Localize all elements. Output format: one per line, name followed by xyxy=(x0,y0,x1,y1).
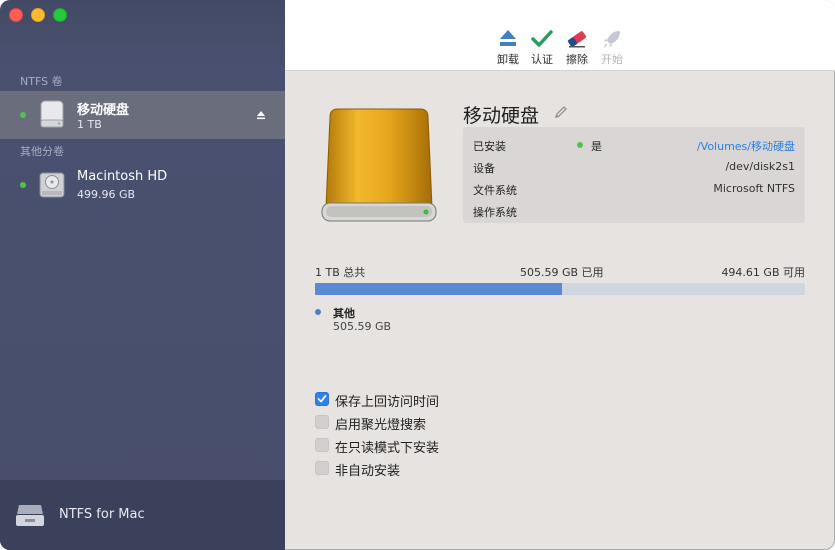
minimize-window-button[interactable] xyxy=(31,8,45,22)
checkmark-icon xyxy=(317,395,327,403)
window-controls xyxy=(9,8,67,22)
info-row-os: 操作系统 xyxy=(473,200,795,222)
verify-button[interactable]: 认证 xyxy=(522,28,562,67)
info-key: 文件系统 xyxy=(473,184,517,197)
info-value: Microsoft NTFS xyxy=(713,182,795,195)
sidebar-item-size: 1 TB xyxy=(77,118,102,131)
eject-icon[interactable] xyxy=(256,110,266,120)
checkbox[interactable] xyxy=(315,438,329,452)
usage-bar-fill xyxy=(315,283,563,295)
sidebar-item-size: 499.96 GB xyxy=(77,188,136,201)
pencil-icon[interactable] xyxy=(554,105,568,119)
eraser-icon xyxy=(567,31,587,48)
usage-bar xyxy=(315,283,805,295)
sidebar-item-name: Macintosh HD xyxy=(77,169,168,184)
sidebar-item-macintosh-hd[interactable]: Macintosh HD 499.96 GB xyxy=(0,161,285,209)
option-label: 保存上回访问时间 xyxy=(335,395,440,410)
info-row-mounted: 已安装 是 /Volumes/移动硬盘 xyxy=(473,134,795,156)
drive-title: 移动硬盘 xyxy=(463,105,540,127)
ntfs-logo-icon xyxy=(16,505,44,526)
mounted-status-dot xyxy=(20,112,26,118)
usage-available: 494.61 GB 可用 xyxy=(721,266,805,279)
erase-button[interactable]: 擦除 xyxy=(557,28,597,67)
legend-size: 505.59 GB xyxy=(333,320,392,333)
section-label-other: 其他分卷 xyxy=(20,145,64,158)
main-panel: 移动硬盘 已安装 是 /Volumes/移动硬盘 设备 /dev/disk2s1… xyxy=(285,71,835,550)
checkbox[interactable] xyxy=(315,392,329,406)
app-name-label: NTFS for Mac xyxy=(59,507,145,522)
external-drive-icon xyxy=(321,108,437,222)
erase-label: 擦除 xyxy=(566,53,588,66)
close-window-button[interactable] xyxy=(9,8,23,22)
info-key: 设备 xyxy=(473,162,495,175)
info-row-device: 设备 /dev/disk2s1 xyxy=(473,156,795,178)
info-row-filesystem: 文件系统 Microsoft NTFS xyxy=(473,178,795,200)
section-label-ntfs: NTFS 卷 xyxy=(20,75,63,88)
info-key: 已安装 xyxy=(473,140,506,153)
sidebar-footer: NTFS for Mac xyxy=(0,480,285,550)
legend-name: 其他 xyxy=(333,307,355,320)
option-label: 非自动安装 xyxy=(335,464,401,479)
zoom-window-button[interactable] xyxy=(53,8,67,22)
start-button[interactable]: 开始 xyxy=(592,28,632,67)
info-value: /dev/disk2s1 xyxy=(725,160,795,173)
checkbox[interactable] xyxy=(315,415,329,429)
eject-icon xyxy=(500,30,516,46)
rocket-icon xyxy=(603,31,620,48)
external-drive-icon xyxy=(40,100,64,128)
mounted-status-dot xyxy=(20,182,26,188)
verify-label: 认证 xyxy=(531,53,553,66)
mount-path-link[interactable]: /Volumes/移动硬盘 xyxy=(697,138,795,154)
sidebar: NTFS 卷 移动硬盘 1 TB 其他分卷 Macintosh HD 499.9… xyxy=(0,0,285,550)
legend-dot xyxy=(315,309,321,315)
mounted-status-dot xyxy=(577,142,583,148)
option-label: 启用聚光燈搜索 xyxy=(335,418,427,433)
mounted-status-value: 是 xyxy=(591,140,602,153)
start-label: 开始 xyxy=(601,53,623,66)
hard-disk-icon xyxy=(39,172,65,198)
app-window: NTFS 卷 移动硬盘 1 TB 其他分卷 Macintosh HD 499.9… xyxy=(0,0,835,550)
usage-total: 1 TB 总共 xyxy=(315,266,366,279)
checkmark-icon xyxy=(531,30,553,47)
option-label: 在只读模式下安装 xyxy=(335,441,440,456)
drive-info-box: 已安装 是 /Volumes/移动硬盘 设备 /dev/disk2s1 文件系统… xyxy=(463,127,805,223)
sidebar-item-name: 移动硬盘 xyxy=(77,103,130,118)
checkbox[interactable] xyxy=(315,461,329,475)
usage-used: 505.59 GB 已用 xyxy=(520,266,604,279)
sidebar-item-external-drive[interactable]: 移动硬盘 1 TB xyxy=(0,91,285,139)
info-key: 操作系统 xyxy=(473,206,517,219)
toolbar: 卸载 认证 擦除 开始 xyxy=(285,0,835,71)
